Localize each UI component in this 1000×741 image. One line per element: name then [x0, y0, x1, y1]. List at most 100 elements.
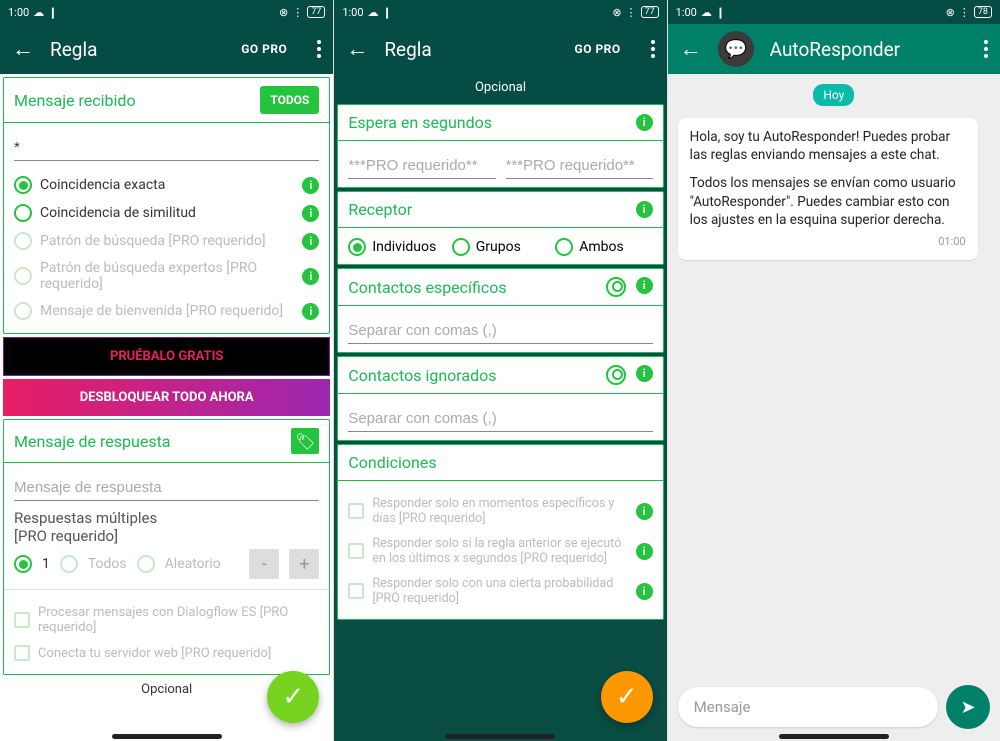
- battery-icon: 77: [307, 6, 325, 18]
- status-time: 1:00: [676, 6, 697, 19]
- scroll-area[interactable]: Mensaje recibido TODOS Coincidencia exac…: [0, 74, 333, 741]
- radio-icon: [452, 238, 470, 256]
- match-option-pattern[interactable]: Patrón de búsqueda [PRO requerido] i: [14, 227, 319, 255]
- radio-icon[interactable]: [137, 555, 155, 573]
- user-icon[interactable]: [606, 365, 626, 385]
- receptor-individuals[interactable]: Individuos: [348, 238, 445, 256]
- tag-icon[interactable]: 🏷: [291, 428, 319, 454]
- info-icon[interactable]: i: [636, 277, 653, 294]
- back-icon[interactable]: ←: [680, 36, 702, 62]
- info-icon[interactable]: i: [636, 503, 653, 520]
- fab-confirm[interactable]: ✓: [601, 671, 653, 723]
- info-icon[interactable]: i: [302, 205, 319, 222]
- chat-area[interactable]: Hoy Hola, soy tu AutoResponder! Puedes p…: [668, 74, 1000, 677]
- todos-button[interactable]: TODOS: [260, 86, 319, 114]
- plus-button[interactable]: +: [289, 549, 319, 579]
- wait-min-input[interactable]: [348, 151, 495, 179]
- overflow-menu-icon[interactable]: [984, 47, 988, 51]
- checkbox-icon: [14, 612, 30, 628]
- checkbox-icon: [14, 645, 30, 661]
- cond-probability[interactable]: Responder solo con una cierta probabilid…: [348, 571, 652, 611]
- bell-icon: ❙: [716, 6, 725, 19]
- option-label: Responder solo si la regla anterior se e…: [372, 536, 627, 566]
- info-icon[interactable]: i: [302, 177, 319, 194]
- overflow-menu-icon[interactable]: [651, 47, 655, 51]
- pattern-input[interactable]: [14, 133, 319, 161]
- option-label: Responder solo en momentos específicos y…: [372, 496, 627, 526]
- response-input[interactable]: [14, 473, 319, 501]
- info-icon[interactable]: i: [636, 583, 653, 600]
- ignored-input[interactable]: [348, 404, 652, 432]
- chat-title[interactable]: AutoResponder: [770, 38, 954, 61]
- back-icon[interactable]: ←: [346, 36, 368, 62]
- nav-pill: [445, 734, 555, 739]
- scroll-area[interactable]: Espera en segundos i Receptor i Individu…: [334, 101, 666, 741]
- bubble-text-1: Hola, soy tu AutoResponder! Puedes proba…: [690, 128, 966, 164]
- wait-title: Espera en segundos: [348, 113, 492, 132]
- multi-title: Respuestas múltiples [PRO requerido]: [14, 509, 319, 545]
- phone-screen-1: 1:00☁❙ ⊗⋮77 ← Regla GO PRO Mensaje recib…: [0, 0, 333, 741]
- divider: [4, 462, 329, 463]
- bell-icon: ❙: [383, 6, 392, 19]
- receptor-both[interactable]: Ambos: [555, 238, 652, 256]
- cond-prev-rule[interactable]: Responder solo si la regla anterior se e…: [348, 531, 652, 571]
- battery-icon: 78: [974, 6, 992, 18]
- webhook-option[interactable]: Conecta tu servidor web [PRO requerido]: [14, 640, 319, 666]
- user-icon[interactable]: [606, 277, 626, 297]
- radio-icon: [555, 238, 573, 256]
- signal-icon: ⊗: [279, 6, 288, 19]
- info-icon[interactable]: i: [302, 233, 319, 250]
- overflow-menu-icon[interactable]: [317, 47, 321, 51]
- info-icon[interactable]: i: [302, 303, 319, 320]
- radio-icon: [14, 204, 32, 222]
- info-icon[interactable]: i: [636, 114, 653, 131]
- match-option-expert[interactable]: Patrón de búsqueda expertos [PRO requeri…: [14, 255, 319, 297]
- divider: [338, 140, 662, 141]
- back-icon[interactable]: ←: [12, 36, 34, 62]
- radio-icon: [348, 238, 366, 256]
- info-icon[interactable]: i: [302, 268, 319, 285]
- avatar[interactable]: 💬: [718, 31, 754, 67]
- app-bar: ← Regla GO PRO: [334, 24, 666, 74]
- wait-max-input[interactable]: [506, 151, 653, 179]
- info-icon[interactable]: i: [636, 543, 653, 560]
- wifi-icon: ⋮: [626, 6, 637, 19]
- info-icon[interactable]: i: [636, 201, 653, 218]
- message-input[interactable]: Mensaje: [678, 687, 938, 727]
- chat-bubble[interactable]: Hola, soy tu AutoResponder! Puedes proba…: [678, 118, 978, 260]
- match-option-similar[interactable]: Coincidencia de similitud i: [14, 199, 319, 227]
- match-option-welcome[interactable]: Mensaje de bienvenida [PRO requerido] i: [14, 297, 319, 325]
- checkbox-icon: [348, 503, 364, 519]
- minus-button[interactable]: -: [249, 549, 279, 579]
- bubble-time: 01:00: [690, 235, 966, 250]
- info-icon[interactable]: i: [636, 365, 653, 382]
- phone-screen-3: 1:00☁❙ ⊗⋮78 ← 💬 AutoResponder Hoy Hola, …: [667, 0, 1000, 741]
- radio-icon: [14, 176, 32, 194]
- wifi-icon: ⋮: [959, 6, 970, 19]
- response-title: Mensaje de respuesta: [14, 432, 171, 451]
- divider: [338, 227, 662, 228]
- match-option-exact[interactable]: Coincidencia exacta i: [14, 171, 319, 199]
- status-bar: 1:00☁❙ ⊗⋮78: [668, 0, 1000, 24]
- go-pro-button[interactable]: GO PRO: [575, 42, 621, 56]
- radio-icon[interactable]: [60, 555, 78, 573]
- try-free-button[interactable]: PRUÉBALO GRATIS: [3, 337, 330, 376]
- option-label: Procesar mensajes con Dialogflow ES [PRO…: [38, 605, 319, 635]
- wait-inputs: [348, 151, 652, 179]
- radio-icon[interactable]: [14, 555, 32, 573]
- send-button[interactable]: ➤: [946, 685, 990, 729]
- status-bar: 1:00☁❙ ⊗⋮77: [334, 0, 666, 24]
- status-bar: 1:00☁❙ ⊗⋮77: [0, 0, 333, 24]
- fab-confirm[interactable]: ✓: [267, 671, 319, 723]
- receptor-groups[interactable]: Grupos: [452, 238, 549, 256]
- unlock-all-button[interactable]: DESBLOQUEAR TODO AHORA: [3, 379, 330, 416]
- go-pro-button[interactable]: GO PRO: [241, 42, 287, 56]
- wifi-icon: ⋮: [292, 6, 303, 19]
- opcional-label: Opcional: [334, 74, 666, 101]
- cond-time[interactable]: Responder solo en momentos específicos y…: [348, 491, 652, 531]
- divider: [338, 393, 662, 394]
- status-time: 1:00: [342, 6, 363, 19]
- dialogflow-option[interactable]: Procesar mensajes con Dialogflow ES [PRO…: [14, 600, 319, 640]
- specific-input[interactable]: [348, 316, 652, 344]
- cloud-icon: ☁: [701, 6, 712, 19]
